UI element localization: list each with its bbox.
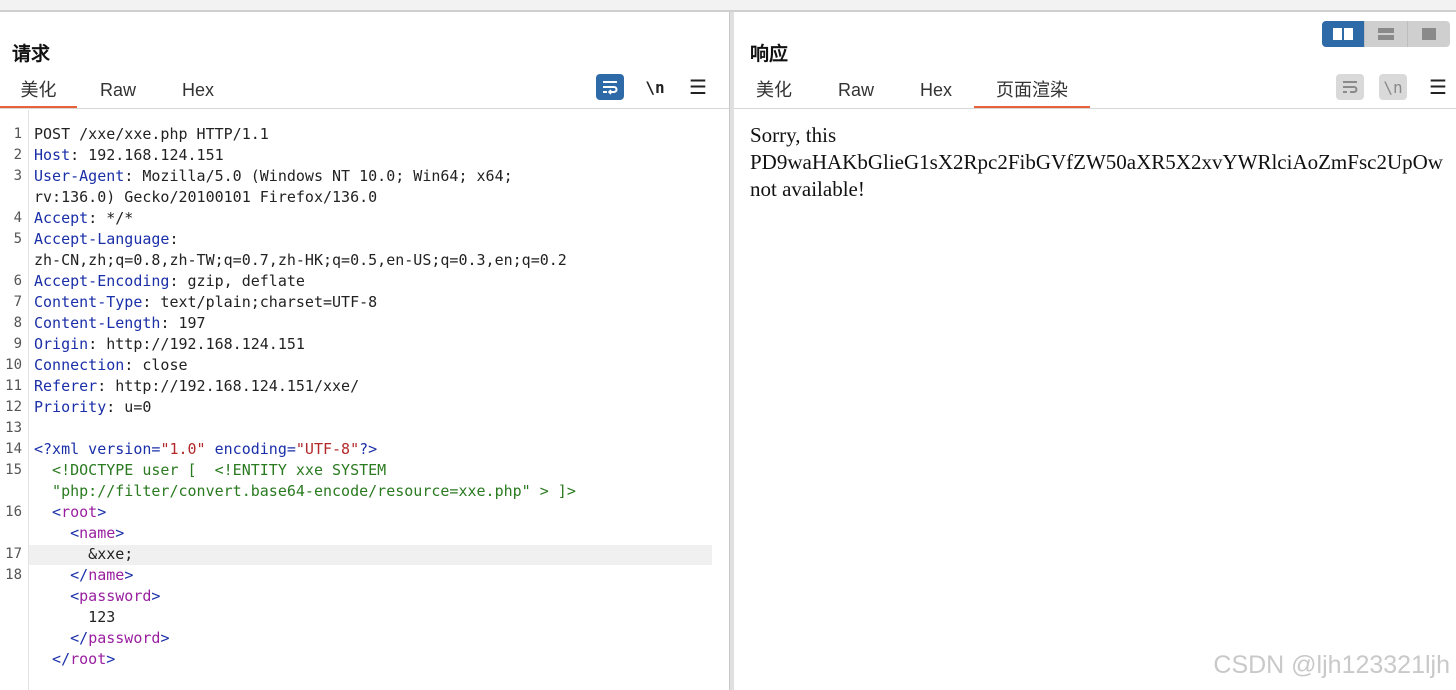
wrap-lines-icon[interactable] [596, 74, 624, 100]
request-tab-pretty[interactable]: 美化 [0, 78, 77, 109]
response-tab-divider [734, 108, 1456, 109]
top-bar [0, 0, 1456, 12]
menu-icon[interactable]: ☰ [1424, 74, 1452, 100]
response-tab-render[interactable]: 页面渲染 [974, 78, 1090, 109]
request-tab-raw[interactable]: Raw [87, 78, 149, 106]
request-tab-divider [0, 108, 729, 109]
request-pane: 请求 美化 Raw Hex \n ☰ 1 POST /xxe/xxe.php HT… [0, 12, 729, 690]
response-tab-hex[interactable]: Hex [906, 78, 966, 106]
newline-toggle-icon[interactable]: \n [641, 74, 669, 100]
render-line: PD9waHAKbGlieG1sX2Rpc2FibGVfZW50aXR5X2xv… [750, 150, 1443, 174]
request-editor[interactable]: 1 POST /xxe/xxe.php HTTP/1.1 2 Host: 192.1… [0, 110, 729, 690]
response-tab-raw[interactable]: Raw [824, 78, 888, 106]
rendered-page: Sorry, this PD9waHAKbGlieG1sX2Rpc2FibGVf… [750, 122, 1443, 203]
newline-toggle-icon[interactable]: \n [1379, 74, 1407, 100]
render-line: not available! [750, 177, 865, 201]
response-title: 响应 [750, 43, 789, 65]
layout-switch [1322, 21, 1450, 47]
split-vertical-icon[interactable] [1364, 21, 1407, 47]
request-tab-hex[interactable]: Hex [168, 78, 228, 106]
menu-icon[interactable]: ☰ [684, 74, 712, 100]
request-title: 请求 [12, 43, 51, 65]
watermark: CSDN @ljh123321ljh [1213, 651, 1450, 679]
wrap-lines-icon[interactable] [1336, 74, 1364, 100]
single-pane-icon[interactable] [1407, 21, 1450, 47]
response-pane: 响应 美化 Raw Hex 页面渲染 \n ☰ Sorry, this PD9w… [734, 12, 1456, 690]
response-tab-pretty[interactable]: 美化 [734, 78, 814, 106]
split-horizontal-icon[interactable] [1322, 21, 1364, 47]
render-line: Sorry, this [750, 123, 837, 147]
